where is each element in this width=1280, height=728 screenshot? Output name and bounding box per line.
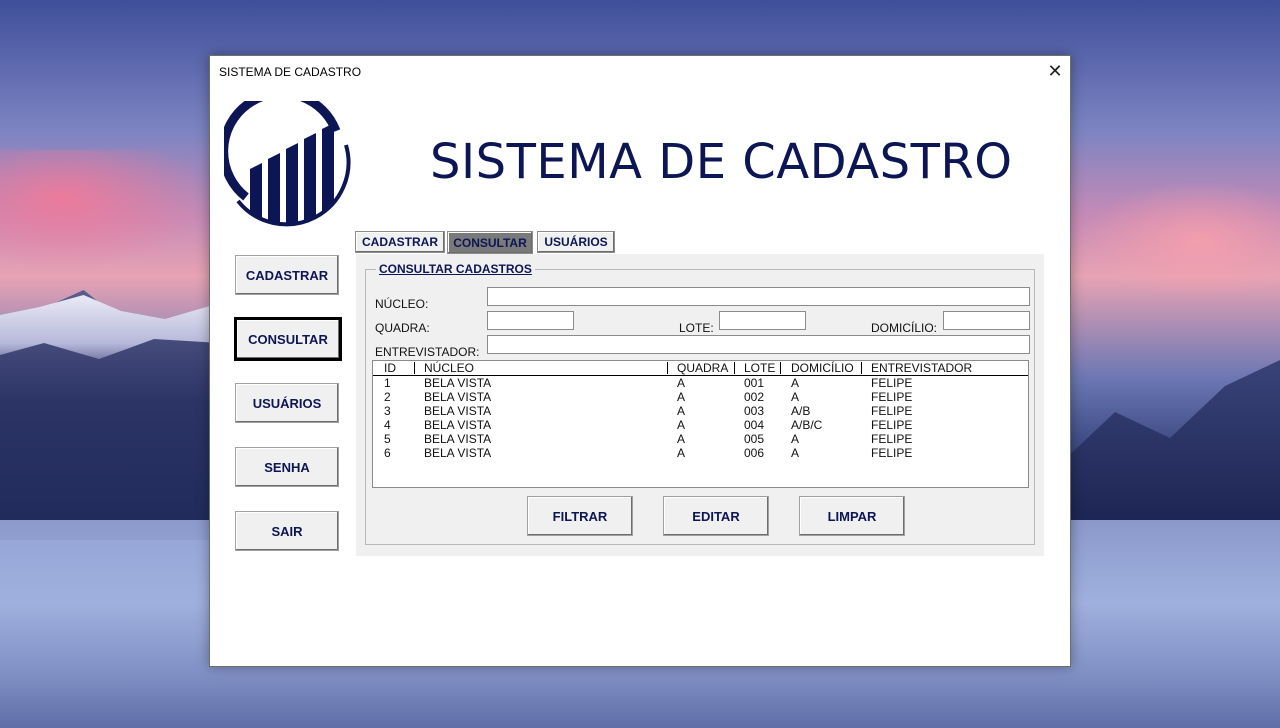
cell-nucleo: BELA VISTA: [424, 404, 492, 418]
column-header[interactable]: ID: [384, 361, 396, 375]
tab-usuarios[interactable]: USUÁRIOS: [537, 231, 615, 253]
column-divider[interactable]: [734, 362, 735, 374]
cell-id: 6: [384, 446, 391, 460]
senha-button[interactable]: SENHA: [235, 447, 339, 487]
background-glow-left: [0, 150, 210, 270]
cell-id: 3: [384, 404, 391, 418]
consultar-panel: CONSULTAR CADASTROS NÚCLEO: QUADRA: LOTE…: [356, 254, 1044, 556]
column-header[interactable]: ENTREVISTADOR: [871, 361, 972, 375]
table-row[interactable]: 4 BELA VISTA A 004 A/B/C FELIPE: [373, 418, 1028, 432]
tab-cadastrar[interactable]: CADASTRAR: [355, 231, 445, 253]
column-divider[interactable]: [861, 362, 862, 374]
entrevistador-label: ENTREVISTADOR:: [375, 345, 480, 359]
cadastrar-button[interactable]: CADASTRAR: [235, 255, 339, 295]
cell-entrevistador: FELIPE: [871, 446, 913, 460]
tab-consultar[interactable]: CONSULTAR: [447, 231, 533, 254]
nucleo-label: NÚCLEO:: [375, 297, 429, 311]
bar-chart-logo-icon: [224, 101, 351, 227]
title-bar: SISTEMA DE CADASTRO ✕: [210, 56, 1070, 86]
column-header[interactable]: LOTE: [744, 361, 775, 375]
cell-domicilio: A: [791, 432, 800, 446]
table-row[interactable]: 3 BELA VISTA A 003 A/B FELIPE: [373, 404, 1028, 418]
cell-lote: 005: [744, 432, 765, 446]
group-title: CONSULTAR CADASTROS: [376, 262, 535, 276]
cell-id: 1: [384, 376, 391, 390]
cell-entrevistador: FELIPE: [871, 376, 913, 390]
table-row[interactable]: 2 BELA VISTA A 002 A FELIPE: [373, 390, 1028, 404]
cell-nucleo: BELA VISTA: [424, 418, 492, 432]
cell-id: 2: [384, 390, 391, 404]
usuarios-button[interactable]: USUÁRIOS: [235, 383, 339, 423]
editar-button[interactable]: EDITAR: [663, 496, 769, 536]
cell-nucleo: BELA VISTA: [424, 376, 492, 390]
column-divider[interactable]: [414, 362, 415, 374]
results-listbox[interactable]: ID NÚCLEO QUADRA LOTE DOMICÍLIO ENTREVIS…: [372, 360, 1029, 488]
cell-domicilio: A/B/C: [791, 418, 823, 432]
cell-quadra: A: [677, 390, 686, 404]
cell-quadra: A: [677, 432, 686, 446]
consultar-groupbox: CONSULTAR CADASTROS NÚCLEO: QUADRA: LOTE…: [365, 262, 1035, 545]
table-row[interactable]: 6 BELA VISTA A 006 A FELIPE: [373, 446, 1028, 460]
nucleo-field[interactable]: [487, 287, 1030, 306]
column-divider[interactable]: [780, 362, 781, 374]
cell-nucleo: BELA VISTA: [424, 446, 492, 460]
cell-domicilio: A: [791, 390, 800, 404]
cell-lote: 001: [744, 376, 765, 390]
cell-id: 4: [384, 418, 391, 432]
domicilio-field[interactable]: [943, 311, 1030, 330]
list-header: ID NÚCLEO QUADRA LOTE DOMICÍLIO ENTREVIS…: [373, 361, 1028, 376]
cell-entrevistador: FELIPE: [871, 404, 913, 418]
cell-lote: 006: [744, 446, 765, 460]
column-header[interactable]: NÚCLEO: [424, 361, 474, 375]
cell-lote: 002: [744, 390, 765, 404]
quadra-field[interactable]: [487, 311, 574, 330]
entrevistador-field[interactable]: [487, 335, 1030, 354]
window-title: SISTEMA DE CADASTRO: [219, 65, 362, 79]
quadra-label: QUADRA:: [375, 321, 430, 335]
app-window: SISTEMA DE CADASTRO ✕ SISTEMA DE CADASTR…: [209, 55, 1071, 667]
background-glow-right: [1080, 180, 1280, 300]
cell-quadra: A: [677, 376, 686, 390]
cell-domicilio: A/B: [791, 404, 811, 418]
cell-nucleo: BELA VISTA: [424, 390, 492, 404]
sair-button[interactable]: SAIR: [235, 511, 339, 551]
column-divider[interactable]: [667, 362, 668, 374]
domicilio-label: DOMICÍLIO:: [871, 321, 938, 335]
cell-lote: 003: [744, 404, 765, 418]
cell-nucleo: BELA VISTA: [424, 432, 492, 446]
cell-id: 5: [384, 432, 391, 446]
cell-entrevistador: FELIPE: [871, 432, 913, 446]
table-row[interactable]: 5 BELA VISTA A 005 A FELIPE: [373, 432, 1028, 446]
column-header[interactable]: DOMICÍLIO: [791, 361, 854, 375]
cell-domicilio: A: [791, 446, 800, 460]
lote-label: LOTE:: [679, 321, 714, 335]
table-row[interactable]: 1 BELA VISTA A 001 A FELIPE: [373, 376, 1028, 390]
lote-field[interactable]: [719, 311, 806, 330]
cell-domicilio: A: [791, 376, 800, 390]
filtrar-button[interactable]: FILTRAR: [527, 496, 633, 536]
cell-entrevistador: FELIPE: [871, 390, 913, 404]
page-title: SISTEMA DE CADASTRO: [430, 134, 1013, 190]
consultar-button[interactable]: CONSULTAR: [235, 318, 341, 360]
cell-lote: 004: [744, 418, 765, 432]
cell-quadra: A: [677, 446, 686, 460]
close-icon[interactable]: ✕: [1040, 56, 1070, 86]
cell-entrevistador: FELIPE: [871, 418, 913, 432]
cell-quadra: A: [677, 418, 686, 432]
limpar-button[interactable]: LIMPAR: [799, 496, 905, 536]
column-header[interactable]: QUADRA: [677, 361, 728, 375]
cell-quadra: A: [677, 404, 686, 418]
